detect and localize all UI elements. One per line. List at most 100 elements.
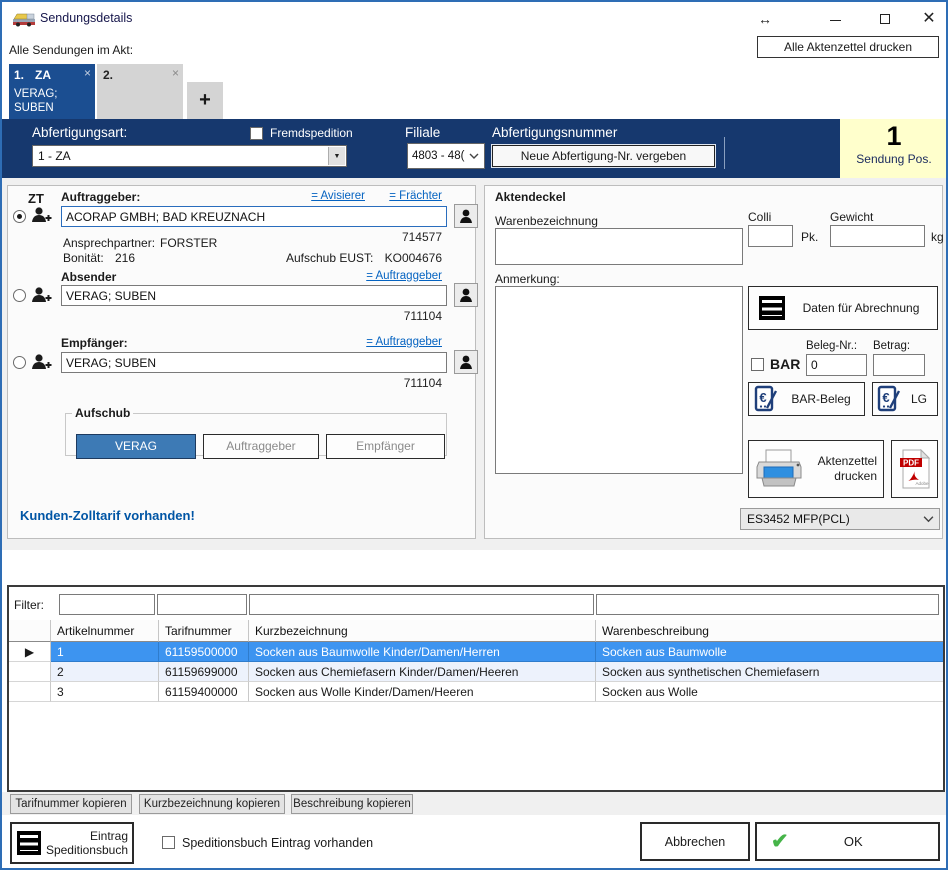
zt-empfaenger-radio[interactable] xyxy=(13,356,26,369)
filiale-select[interactable]: 4803 - 48( xyxy=(407,143,485,169)
person-icon xyxy=(458,287,474,303)
check-icon: ✔ xyxy=(757,829,789,854)
absender-contact-button[interactable] xyxy=(454,283,478,307)
zt-absender-radio[interactable] xyxy=(13,289,26,302)
print-all-aktenzettel-button[interactable]: Alle Aktenzettel drucken xyxy=(757,36,939,58)
row-selector-arrow-icon[interactable]: ▶ xyxy=(9,642,51,662)
filter-tarifnummer-input[interactable] xyxy=(157,594,247,615)
cell-warenbeschreibung[interactable]: Socken aus Wolle xyxy=(596,682,943,702)
absender-auftraggeber-link[interactable]: = Auftraggeber xyxy=(366,270,442,282)
ok-button[interactable]: ✔ OK xyxy=(755,822,940,861)
tab1-close-icon[interactable]: × xyxy=(84,66,91,80)
beleg-nr-input[interactable] xyxy=(806,354,867,376)
cell-tarifnummer[interactable]: 61159400000 xyxy=(159,682,249,702)
minimize-button[interactable] xyxy=(820,8,850,30)
printer-select[interactable]: ES3452 MFP(PCL) xyxy=(740,508,940,530)
tab2-close-icon[interactable]: × xyxy=(172,66,179,80)
avisierer-link[interactable]: = Avisierer xyxy=(311,190,365,202)
sendungsdetails-window: Sendungsdetails ↔ ✕ Alle Aktenzettel dru… xyxy=(0,0,948,870)
eintrag-speditionsbuch-button[interactable]: Eintrag Speditionsbuch xyxy=(10,822,134,864)
bar-beleg-button[interactable]: € BAR-Beleg xyxy=(748,382,865,416)
maximize-button[interactable] xyxy=(870,8,900,30)
abfertigung-band: Abfertigungsart: 1 - ZA ▼ Fremdspedition… xyxy=(2,119,946,178)
add-sendung-tab-button[interactable]: + xyxy=(187,82,223,119)
cell-tarifnummer[interactable]: 61159699000 xyxy=(159,662,249,682)
tab-sendung-1[interactable]: 1. ZA × VERAG; SUBEN xyxy=(9,64,95,119)
colli-label: Colli xyxy=(748,210,771,224)
parties-panel: ZT Auftraggeber: = Avisierer = Frächter … xyxy=(7,185,476,539)
column-header-kurzbezeichnung[interactable]: Kurzbezeichnung xyxy=(249,620,596,642)
colli-input[interactable] xyxy=(748,225,793,247)
gewicht-input[interactable] xyxy=(830,225,925,247)
aufschub-auftraggeber-button[interactable]: Auftraggeber xyxy=(203,434,319,459)
cell-warenbeschreibung[interactable]: Socken aus Baumwolle xyxy=(596,642,943,662)
cell-artikelnummer[interactable]: 2 xyxy=(51,662,159,682)
empfaenger-auftraggeber-link[interactable]: = Auftraggeber xyxy=(366,336,442,348)
cell-tarifnummer[interactable]: 61159500000 xyxy=(159,642,249,662)
person-add-icon[interactable] xyxy=(30,286,52,304)
column-header-tarifnummer[interactable]: Tarifnummer xyxy=(159,620,249,642)
chevron-down-icon[interactable] xyxy=(923,516,934,523)
svg-text:Adobe: Adobe xyxy=(915,481,929,486)
aktendeckel-panel: Aktendeckel Warenbezeichnung Colli Pk. G… xyxy=(484,185,943,539)
absender-input[interactable] xyxy=(61,285,447,306)
aktenzettel-drucken-button[interactable]: Aktenzettel drucken xyxy=(748,440,884,498)
tab-sendung-2[interactable]: 2. × xyxy=(97,64,183,119)
zt-label: ZT xyxy=(28,191,44,206)
anmerkung-textarea[interactable] xyxy=(495,286,743,474)
auftraggeber-number: 714577 xyxy=(402,230,442,244)
resize-horizontal-icon[interactable]: ↔ xyxy=(750,8,780,30)
cell-artikelnummer[interactable]: 3 xyxy=(51,682,159,702)
speditionsbuch-checkbox[interactable] xyxy=(162,836,175,849)
person-add-icon[interactable] xyxy=(30,206,52,224)
auftraggeber-contact-button[interactable] xyxy=(454,204,478,228)
daten-abrechnung-button[interactable]: Daten für Abrechnung xyxy=(748,286,938,330)
abbrechen-button[interactable]: Abbrechen xyxy=(640,822,750,861)
sendung-pos-indicator: 1 Sendung Pos. xyxy=(840,119,948,178)
dropdown-arrow-icon[interactable]: ▼ xyxy=(328,147,345,165)
empfaenger-contact-button[interactable] xyxy=(454,350,478,374)
fremdspedition-checkbox[interactable] xyxy=(250,127,263,140)
column-header-artikelnummer[interactable]: Artikelnummer xyxy=(51,620,159,642)
pdf-export-button[interactable]: PDF Adobe xyxy=(891,440,938,498)
copy-beschreibung-button[interactable]: Beschreibung kopieren xyxy=(291,794,413,814)
row-selector[interactable] xyxy=(9,662,51,682)
aufschub-eust-label: Aufschub EUST: xyxy=(286,251,373,265)
cell-kurzbezeichnung[interactable]: Socken aus Chemiefasern Kinder/Damen/Hee… xyxy=(249,662,596,682)
bar-checkbox[interactable] xyxy=(751,358,764,371)
sendung-pos-label: Sendung Pos. xyxy=(840,152,948,166)
copy-kurzbezeichnung-button[interactable]: Kurzbezeichnung kopieren xyxy=(139,794,285,814)
neue-abfertigung-button[interactable]: Neue Abfertigung-Nr. vergeben xyxy=(492,145,715,167)
aufschub-verag-button[interactable]: VERAG xyxy=(76,434,196,459)
warenbezeichnung-textarea[interactable] xyxy=(495,228,743,265)
svg-text:PDF: PDF xyxy=(903,459,919,468)
svg-text:€: € xyxy=(882,390,889,405)
row-selector[interactable] xyxy=(9,682,51,702)
euro-document-icon: € xyxy=(877,385,901,413)
fremdspedition-label: Fremdspedition xyxy=(270,126,353,140)
beleg-nr-label: Beleg-Nr.: xyxy=(806,340,857,352)
filter-kurzbezeichnung-input[interactable] xyxy=(249,594,594,615)
empfaenger-input[interactable] xyxy=(61,352,447,373)
betrag-input[interactable] xyxy=(873,354,925,376)
filter-warenbeschreibung-input[interactable] xyxy=(596,594,939,615)
auftraggeber-input[interactable] xyxy=(61,206,447,227)
pdf-icon: PDF Adobe xyxy=(899,449,931,489)
abfertigungsart-select[interactable]: 1 - ZA ▼ xyxy=(32,145,347,167)
zt-auftraggeber-radio[interactable] xyxy=(13,210,26,223)
filter-artikelnummer-input[interactable] xyxy=(59,594,155,615)
cell-artikelnummer[interactable]: 1 xyxy=(51,642,159,662)
cell-warenbeschreibung[interactable]: Socken aus synthetischen Chemiefasern xyxy=(596,662,943,682)
person-add-icon[interactable] xyxy=(30,353,52,371)
lg-button[interactable]: € LG xyxy=(872,382,938,416)
chevron-down-icon[interactable] xyxy=(469,153,479,159)
aufschub-empfaenger-button[interactable]: Empfänger xyxy=(326,434,445,459)
close-button[interactable]: ✕ xyxy=(914,8,944,30)
column-header-warenbeschreibung[interactable]: Warenbeschreibung xyxy=(596,620,943,642)
cell-kurzbezeichnung[interactable]: Socken aus Wolle Kinder/Damen/Heeren xyxy=(249,682,596,702)
aufschub-eust-value: KO004676 xyxy=(385,251,442,265)
artikel-table: Filter: Artikelnummer Tarifnummer Kurzbe… xyxy=(7,585,945,792)
cell-kurzbezeichnung[interactable]: Socken aus Baumwolle Kinder/Damen/Herren xyxy=(249,642,596,662)
fraechter-link[interactable]: = Frächter xyxy=(389,190,442,202)
copy-tarifnummer-button[interactable]: Tarifnummer kopieren xyxy=(10,794,132,814)
